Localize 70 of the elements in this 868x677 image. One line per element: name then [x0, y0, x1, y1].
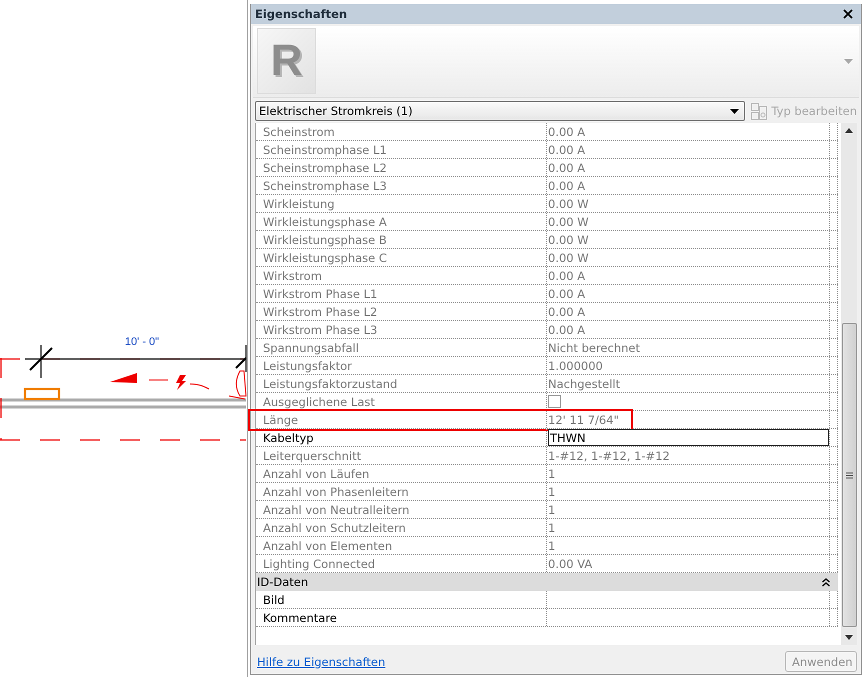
property-value: 1.000000 [548, 358, 603, 373]
property-value: Nachgestellt [548, 376, 620, 391]
property-value: 0.00 A [548, 142, 586, 157]
help-link[interactable]: Hilfe zu Eigenschaften [257, 654, 386, 668]
collapse-icon[interactable] [822, 578, 830, 587]
property-label: Wirkstrom Phase L2 [256, 303, 547, 320]
property-value: 0.00 W [548, 232, 589, 247]
property-label: Scheinstromphase L1 [256, 141, 547, 158]
arrow-icon [110, 373, 137, 383]
scroll-up-icon[interactable] [845, 128, 853, 134]
edit-type-icon [751, 102, 768, 120]
property-label: Anzahl von Phasenleitern [256, 483, 547, 500]
property-label: Scheinstrom [256, 123, 547, 140]
property-value: 0.00 A [548, 178, 586, 193]
dropdown-caret-icon [730, 108, 740, 114]
property-label: Scheinstromphase L2 [256, 159, 547, 176]
property-label: Wirkleistung [256, 195, 547, 212]
close-icon[interactable] [843, 8, 853, 19]
property-value: 1 [548, 538, 556, 553]
property-value: 1 [548, 520, 556, 535]
property-value: 0.00 A [548, 124, 586, 139]
dimension-text: 10' - 0" [124, 336, 160, 348]
property-label: Wirkleistungsphase B [256, 231, 547, 248]
panel-title: Eigenschaften [255, 6, 348, 21]
property-label: Anzahl von Elementen [256, 537, 547, 554]
property-value: 0.00 A [548, 286, 586, 301]
property-value: 1 [548, 484, 556, 499]
property-label: Anzahl von Schutzleitern [256, 519, 547, 536]
property-label: Kabeltyp [256, 429, 547, 446]
property-label: Ausgeglichene Last [256, 393, 547, 410]
lightning-icon [176, 375, 186, 390]
scrollbar[interactable] [841, 123, 857, 645]
property-value: 0.00 VA [548, 556, 592, 571]
type-selector[interactable]: Elektrischer Stromkreis (1) [255, 101, 746, 122]
property-value: 0.00 A [548, 268, 586, 283]
grip-icon [846, 472, 852, 479]
device-symbol [24, 388, 60, 400]
property-label: Wirkstrom Phase L1 [256, 285, 547, 302]
property-label: Spannungsabfall [256, 339, 547, 356]
property-value: 0.00 A [548, 322, 586, 337]
property-label: Kommentare [256, 609, 547, 626]
property-label: Scheinstromphase L3 [256, 177, 547, 194]
property-value: 1-#12, 1-#12, 1-#12 [548, 448, 670, 463]
section-header[interactable]: ID-Daten [256, 573, 838, 592]
property-label: Wirkleistungsphase A [256, 213, 547, 230]
property-label: Leistungsfaktor [256, 357, 547, 374]
checkbox[interactable] [548, 395, 561, 408]
property-label: Wirkstrom Phase L3 [256, 321, 547, 338]
property-label: Wirkleistungsphase C [256, 249, 547, 266]
property-value: 0.00 A [548, 304, 586, 319]
property-value: 0.00 W [548, 250, 589, 265]
property-value: 0.00 W [548, 214, 589, 229]
property-label: Wirkstrom [256, 267, 547, 284]
logo-letter: R [270, 36, 302, 86]
property-value: 0.00 A [548, 160, 586, 175]
property-label: Bild [256, 591, 547, 608]
property-value: 0.00 W [548, 196, 589, 211]
property-label: Anzahl von Läufen [256, 465, 547, 482]
property-label: Anzahl von Neutralleitern [256, 501, 547, 518]
property-label: Leistungsfaktorzustand [256, 375, 547, 392]
property-value: Nicht berechnet [548, 340, 640, 355]
property-value: 1 [548, 502, 556, 517]
property-input[interactable]: THWN [548, 429, 829, 446]
property-label: Lighting Connected [256, 555, 547, 572]
property-label: Länge [256, 411, 547, 428]
scroll-down-icon[interactable] [845, 635, 853, 640]
property-value: 12' 11 7/64" [548, 412, 619, 427]
property-value: 1 [548, 466, 556, 481]
scrollbar-thumb[interactable] [842, 323, 856, 627]
property-label: Leiterquerschnitt [256, 447, 547, 464]
